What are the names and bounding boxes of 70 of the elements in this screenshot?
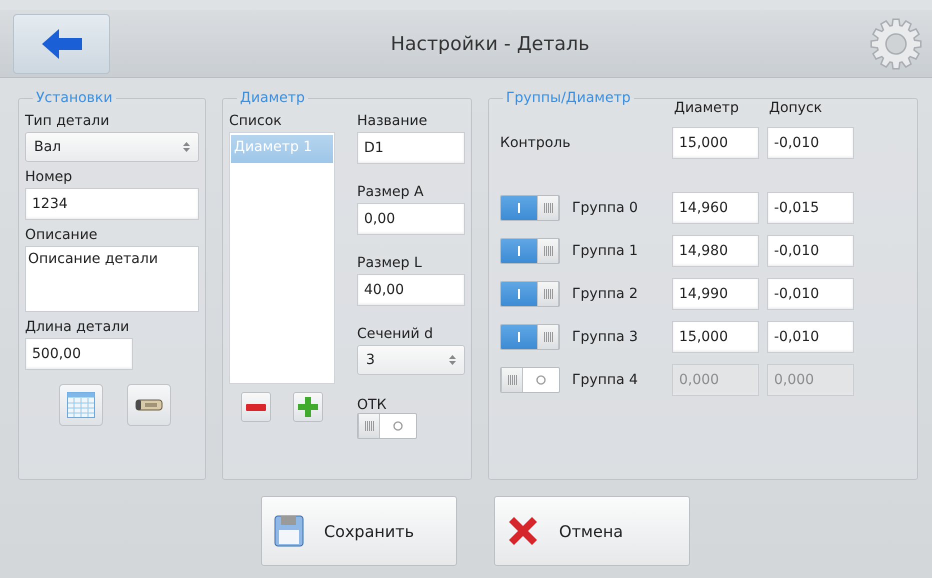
column-header: Допуск — [768, 100, 824, 116]
panel-legend: Группы/Диаметр — [503, 90, 634, 106]
group-toggle[interactable] — [500, 195, 560, 221]
field-label: Сечений d — [357, 326, 434, 342]
field-label: Размер L — [357, 255, 423, 271]
field-label: Длина детали — [25, 319, 130, 335]
input-field[interactable]: 15,000 — [672, 127, 759, 159]
description-field[interactable]: Описание детали — [25, 246, 199, 312]
dropdown-field[interactable]: Вал — [25, 132, 199, 162]
field-label: Размер A — [357, 184, 425, 200]
group-toggle[interactable] — [500, 324, 560, 350]
row-label: Контроль — [500, 135, 572, 151]
input-field[interactable]: 15,000 — [672, 321, 759, 353]
input-field[interactable]: 0,00 — [357, 203, 465, 235]
remove-button[interactable] — [241, 392, 271, 422]
input-field[interactable]: -0,010 — [767, 127, 854, 159]
row-label: Группа 3 — [572, 329, 639, 345]
input-field[interactable]: -0,010 — [767, 321, 854, 353]
field-label: ОТК — [357, 397, 388, 413]
input-field[interactable]: D1 — [357, 132, 465, 164]
group-toggle[interactable] — [500, 238, 560, 264]
circle-icon — [536, 375, 546, 385]
panel-legend: Установки — [33, 90, 116, 106]
field-label: Тип детали — [25, 113, 110, 129]
grip-icon — [364, 421, 374, 431]
grip-icon — [544, 332, 552, 342]
input-field[interactable]: 14,960 — [672, 192, 759, 224]
spinner-arrows-icon — [449, 355, 456, 365]
group-toggle[interactable] — [500, 367, 560, 393]
field-label: Описание — [25, 227, 98, 243]
input-field[interactable]: -0,015 — [767, 192, 854, 224]
shaft-button[interactable] — [127, 384, 171, 426]
window-title: Настройки - Деталь — [390, 32, 590, 54]
field-label: Номер — [25, 169, 74, 185]
back-button[interactable] — [13, 14, 110, 74]
column-header: Диаметр — [673, 100, 740, 116]
settings-icon[interactable] — [870, 18, 922, 70]
row-label: Группа 4 — [572, 372, 639, 388]
table-button[interactable] — [59, 384, 103, 426]
table-icon — [67, 392, 95, 418]
cancel-button[interactable]: Отмена — [494, 496, 690, 566]
grip-icon — [544, 246, 552, 256]
grip-icon — [544, 289, 552, 299]
panel-legend: Диаметр — [237, 90, 308, 106]
dropdown-field[interactable]: 3 — [357, 345, 465, 375]
row-label: Группа 1 — [572, 243, 639, 259]
circle-icon — [393, 421, 403, 431]
list-label: Список — [229, 113, 283, 129]
input-field[interactable]: 500,00 — [25, 338, 133, 370]
input-field[interactable]: 1234 — [25, 188, 199, 220]
add-button[interactable] — [293, 392, 323, 422]
input-field[interactable]: -0,010 — [767, 278, 854, 310]
save-button[interactable]: Сохранить — [261, 496, 457, 566]
plus-icon — [298, 397, 318, 417]
input-field[interactable]: -0,010 — [767, 235, 854, 267]
row-label: Группа 2 — [572, 286, 639, 302]
input-field[interactable]: 40,00 — [357, 274, 465, 306]
arrow-left-icon — [42, 28, 82, 58]
minus-icon — [246, 404, 266, 410]
input-field[interactable]: 14,990 — [672, 278, 759, 310]
spinner-arrows-icon — [183, 142, 190, 152]
row-label: Группа 0 — [572, 200, 639, 216]
field-label: Название — [357, 113, 428, 129]
grip-icon — [508, 375, 516, 385]
cylinder-icon — [135, 399, 163, 411]
input-field[interactable]: 14,980 — [672, 235, 759, 267]
otk-toggle[interactable] — [357, 413, 417, 439]
grip-icon — [544, 203, 552, 213]
group-toggle[interactable] — [500, 281, 560, 307]
close-icon — [507, 515, 539, 547]
